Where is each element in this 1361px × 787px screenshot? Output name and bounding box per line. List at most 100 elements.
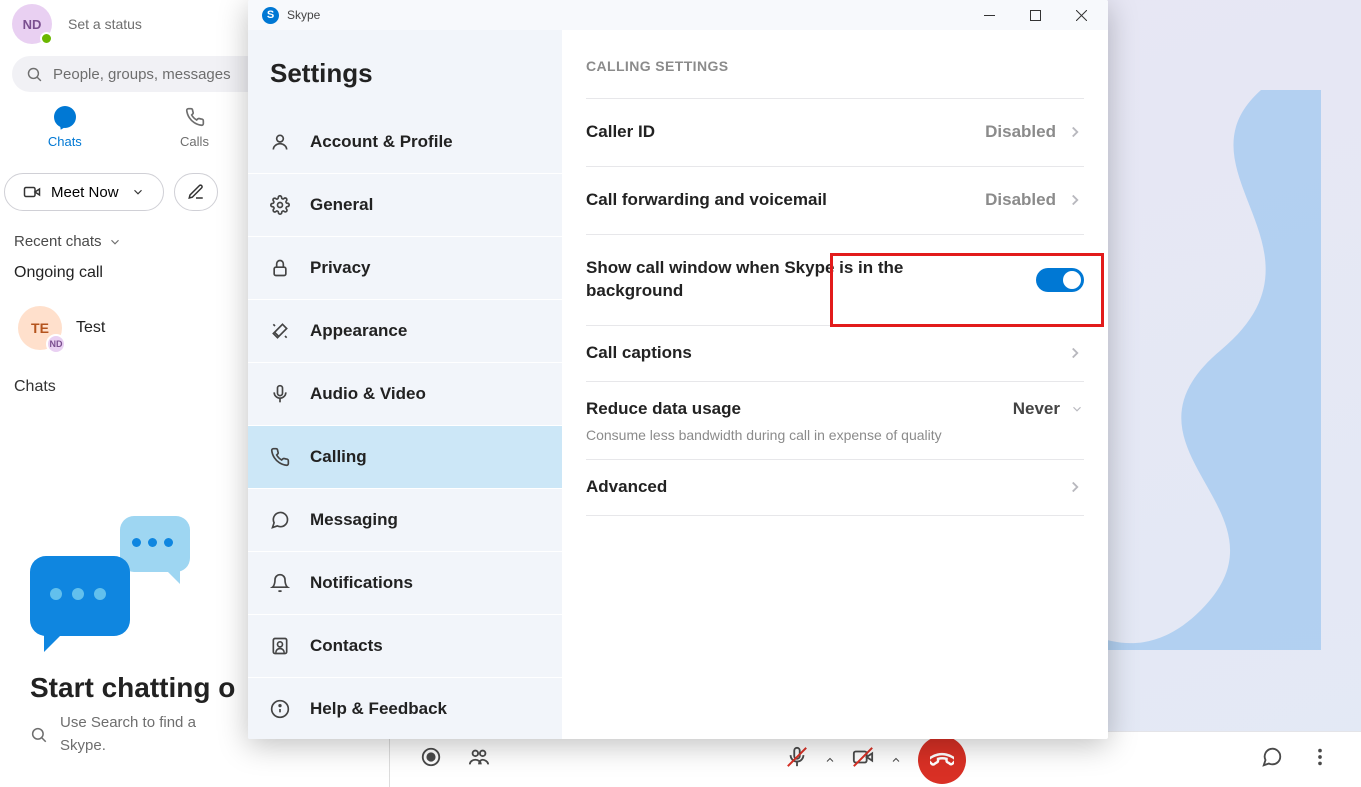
empty-subtitle-text: Use Search to find a Skype. [60, 712, 196, 757]
wand-icon [270, 321, 296, 341]
tab-chats-label: Chats [48, 134, 82, 149]
settings-window: S Skype Settings Account & Profile Gener… [248, 0, 1108, 739]
forwarding-value: Disabled [985, 190, 1056, 210]
show-window-label: Show call window when Skype is in the ba… [586, 257, 966, 303]
settings-nav: Settings Account & Profile General Priva… [248, 30, 562, 739]
tab-calls[interactable]: Calls [130, 100, 260, 155]
phone-icon [270, 447, 296, 467]
titlebar: S Skype [248, 0, 1108, 30]
nav-appearance[interactable]: Appearance [248, 300, 562, 363]
new-chat-button[interactable] [174, 173, 218, 211]
chevron-down-icon [131, 185, 145, 199]
chat-avatar-initials: TE [31, 320, 49, 336]
nav-contacts-label: Contacts [310, 636, 383, 656]
call-toolbar [390, 731, 1361, 787]
chat-avatar-mini: ND [46, 334, 66, 354]
row-advanced[interactable]: Advanced [586, 460, 1084, 516]
reduce-subtext: Consume less bandwidth during call in ex… [586, 427, 1084, 443]
record-icon[interactable] [420, 746, 442, 773]
nav-audio-label: Audio & Video [310, 384, 426, 404]
lock-icon [270, 258, 296, 278]
person-icon [270, 132, 296, 152]
nav-help[interactable]: Help & Feedback [248, 678, 562, 739]
tab-calls-label: Calls [180, 134, 209, 149]
people-icon[interactable] [468, 746, 490, 773]
search-icon [26, 66, 43, 83]
message-icon [270, 510, 296, 530]
more-icon[interactable] [1309, 746, 1331, 773]
row-caller-id[interactable]: Caller ID Disabled [586, 98, 1084, 167]
recent-chats-label: Recent chats [14, 233, 102, 250]
mic-icon [270, 384, 296, 404]
chat-name: Test [76, 319, 105, 337]
camera-off-icon[interactable] [852, 746, 874, 773]
chats-icon [54, 106, 76, 128]
tab-chats[interactable]: Chats [0, 100, 130, 155]
section-heading: CALLING SETTINGS [586, 58, 1084, 74]
nav-contacts[interactable]: Contacts [248, 615, 562, 678]
nav-notifications-label: Notifications [310, 573, 413, 593]
forwarding-label: Call forwarding and voicemail [586, 189, 827, 212]
reduce-value: Never [1013, 399, 1060, 419]
chat-avatar: TE ND [18, 306, 62, 350]
mic-options[interactable] [818, 748, 842, 772]
avatar[interactable]: ND [12, 4, 52, 44]
chevron-right-icon [1066, 344, 1084, 362]
meet-now-label: Meet Now [51, 184, 119, 201]
row-captions[interactable]: Call captions [586, 326, 1084, 382]
gear-icon [270, 195, 296, 215]
search-placeholder: People, groups, messages [53, 66, 231, 83]
book-icon [270, 636, 296, 656]
settings-heading: Settings [248, 30, 562, 111]
skype-logo: S [262, 7, 279, 24]
row-forwarding[interactable]: Call forwarding and voicemail Disabled [586, 167, 1084, 235]
close-button[interactable] [1058, 0, 1104, 30]
nav-appearance-label: Appearance [310, 321, 407, 341]
chevron-right-icon [1066, 478, 1084, 496]
settings-content: CALLING SETTINGS Caller ID Disabled Call… [562, 30, 1108, 739]
nav-general-label: General [310, 195, 373, 215]
chat-illustration [30, 516, 190, 656]
meet-now-button[interactable]: Meet Now [4, 173, 164, 211]
advanced-label: Advanced [586, 476, 667, 499]
captions-label: Call captions [586, 342, 692, 365]
mic-off-icon[interactable] [786, 746, 808, 773]
caller-id-label: Caller ID [586, 121, 655, 144]
status-text[interactable]: Set a status [68, 16, 142, 32]
row-reduce-data[interactable]: Reduce data usage Never Consume less ban… [586, 382, 1084, 460]
nav-calling-label: Calling [310, 447, 367, 467]
nav-help-label: Help & Feedback [310, 699, 447, 719]
edit-icon [187, 183, 205, 201]
chat-icon[interactable] [1261, 746, 1283, 773]
show-window-toggle[interactable] [1036, 268, 1084, 292]
nav-messaging[interactable]: Messaging [248, 489, 562, 552]
window-title: Skype [287, 8, 320, 22]
chevron-down-icon [1070, 402, 1084, 416]
info-icon [270, 699, 296, 719]
minimize-button[interactable] [966, 0, 1012, 30]
nav-account[interactable]: Account & Profile [248, 111, 562, 174]
nav-privacy[interactable]: Privacy [248, 237, 562, 300]
chevron-right-icon [1066, 191, 1084, 209]
calls-icon [184, 106, 206, 128]
nav-account-label: Account & Profile [310, 132, 453, 152]
video-icon [23, 183, 41, 201]
hangup-button[interactable] [918, 736, 966, 784]
reduce-label: Reduce data usage [586, 398, 741, 421]
nav-notifications[interactable]: Notifications [248, 552, 562, 615]
search-icon [30, 726, 48, 744]
camera-options[interactable] [884, 748, 908, 772]
nav-privacy-label: Privacy [310, 258, 371, 278]
chevron-right-icon [1066, 123, 1084, 141]
nav-audio-video[interactable]: Audio & Video [248, 363, 562, 426]
nav-calling[interactable]: Calling [248, 426, 562, 489]
maximize-button[interactable] [1012, 0, 1058, 30]
row-show-call-window: Show call window when Skype is in the ba… [586, 235, 1084, 326]
caller-id-value: Disabled [985, 122, 1056, 142]
nav-messaging-label: Messaging [310, 510, 398, 530]
avatar-initials: ND [23, 17, 42, 32]
nav-general[interactable]: General [248, 174, 562, 237]
presence-dot [40, 32, 53, 45]
background-wave [1081, 90, 1321, 650]
chevron-down-icon [108, 235, 122, 249]
